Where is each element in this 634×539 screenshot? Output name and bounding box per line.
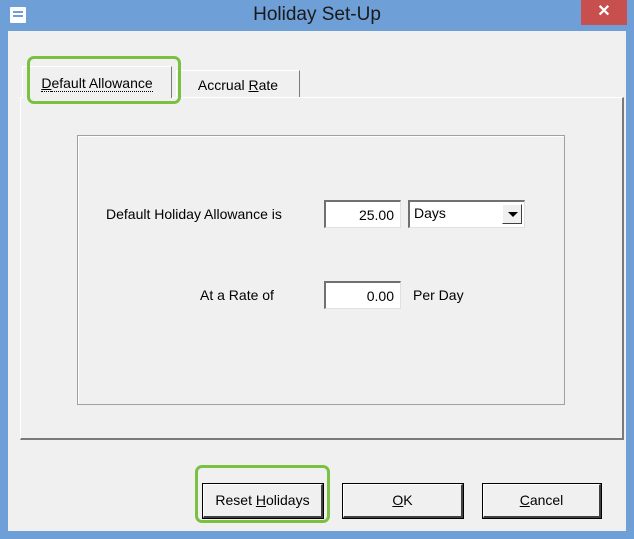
rate-suffix: Per Day [413,287,464,303]
chevron-down-icon[interactable] [502,204,522,224]
highlight-tab-default-allowance [27,56,181,104]
window-title: Holiday Set-Up [253,4,381,25]
highlight-reset-holidays [195,465,330,523]
cancel-button[interactable]: Cancel [482,483,602,519]
title-bar[interactable]: Holiday Set-Up ✕ [0,0,634,30]
allowance-input[interactable] [324,200,401,228]
unit-select-value: Days [414,205,446,221]
close-button[interactable]: ✕ [581,0,627,25]
allowance-group-box [77,135,565,405]
tab-accrual-rate[interactable]: Accrual Rate [176,70,300,98]
unit-select[interactable]: Days [408,200,525,228]
tab-accrual-rate-label: Accrual Rate [197,77,279,93]
rate-input[interactable] [324,281,401,309]
rate-label: At a Rate of [200,287,274,303]
allowance-label: Default Holiday Allowance is [106,206,282,222]
ok-button[interactable]: OK [342,483,464,519]
